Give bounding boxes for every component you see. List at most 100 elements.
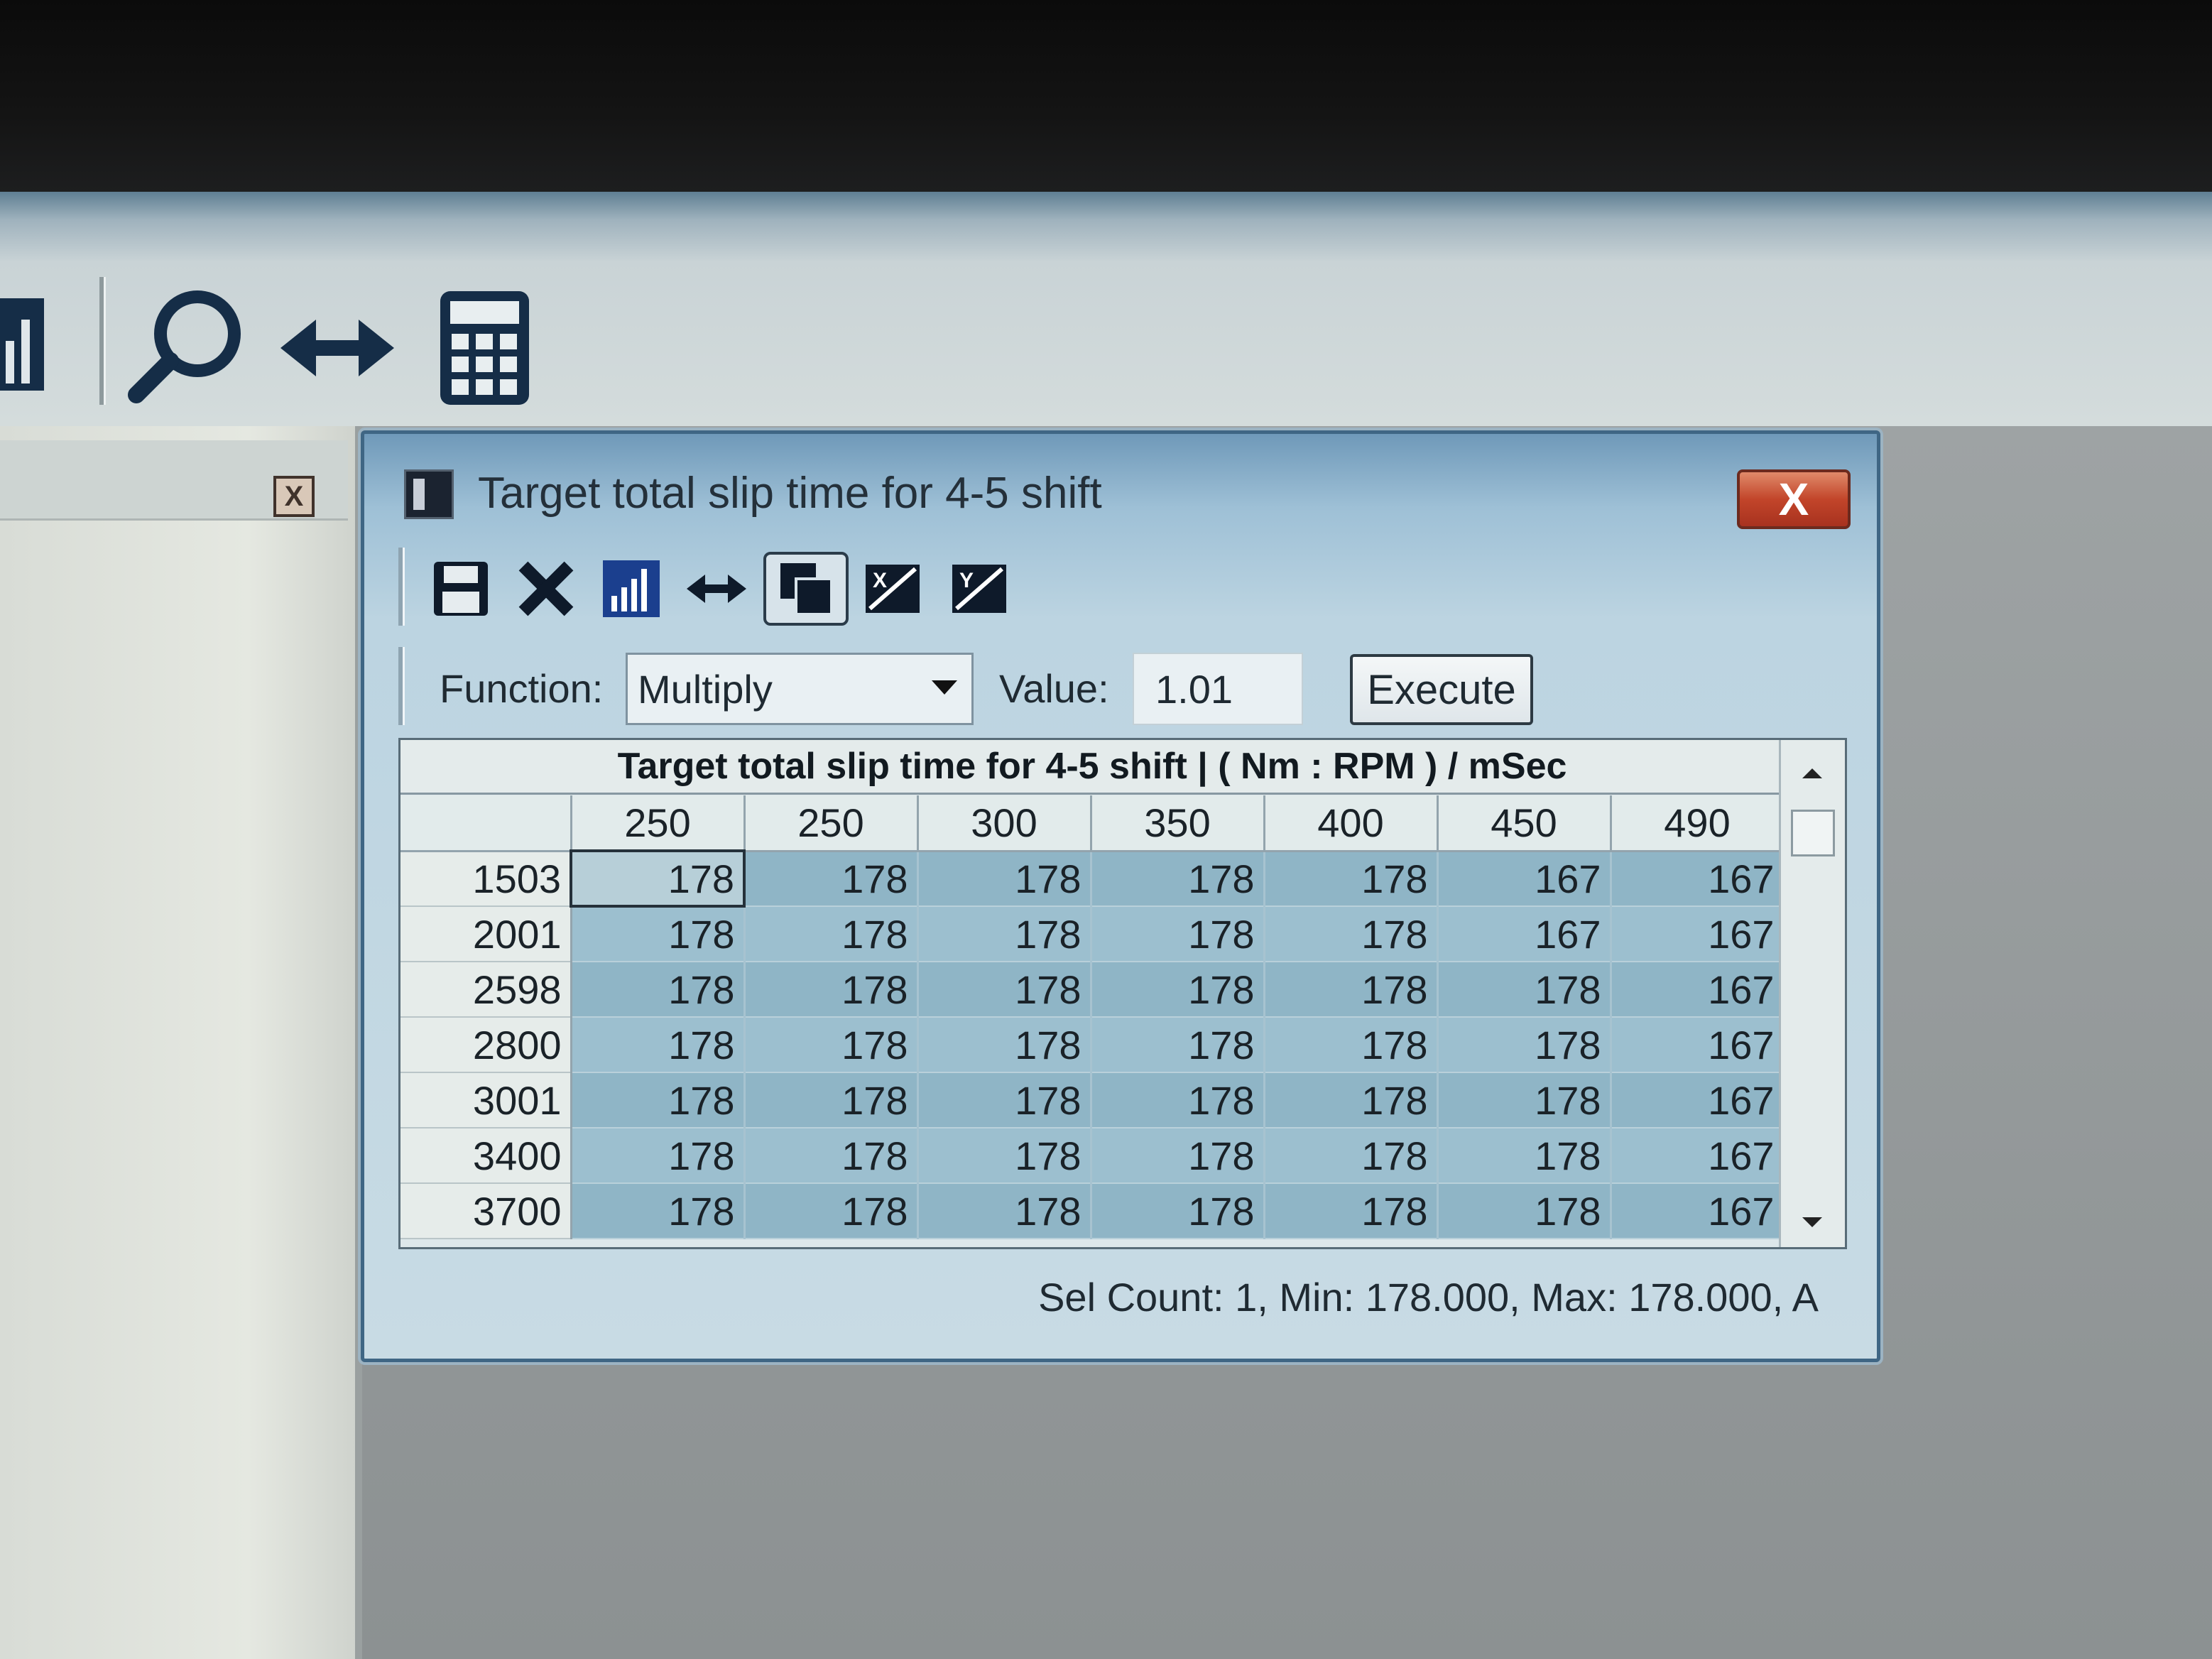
grid-cell[interactable]: 178 [1437, 1183, 1612, 1239]
grid-cell[interactable]: 167 [1611, 1072, 1785, 1128]
grid-cell[interactable]: 178 [744, 1072, 919, 1128]
grid-cell[interactable]: 167 [1611, 906, 1785, 962]
left-panel: X [0, 426, 362, 1659]
grid-cell[interactable]: 178 [744, 1183, 919, 1239]
row-header[interactable]: 2001 [401, 906, 572, 962]
grid-cell[interactable]: 178 [570, 849, 746, 908]
toolbar-separator [99, 277, 106, 405]
swap-icon [687, 575, 746, 603]
y-axis-button[interactable]: Y [945, 555, 1013, 623]
svg-text:X: X [873, 569, 887, 592]
grid-cell[interactable]: 167 [1611, 1183, 1785, 1239]
grid-cell[interactable]: 178 [1091, 906, 1265, 962]
grid-cell[interactable]: 178 [744, 851, 919, 907]
save-button[interactable] [427, 555, 495, 623]
grid-cell[interactable]: 178 [917, 962, 1092, 1018]
column-header[interactable]: 250 [743, 795, 919, 852]
grid-cell[interactable]: 178 [1264, 906, 1439, 962]
grid-cell[interactable]: 178 [1437, 962, 1612, 1018]
row-header[interactable]: 1503 [401, 851, 572, 907]
left-panel-close-button[interactable]: X [273, 476, 315, 517]
vertical-scrollbar[interactable] [1779, 740, 1845, 1247]
column-header[interactable]: 400 [1263, 795, 1439, 852]
grid-cell[interactable]: 167 [1611, 1128, 1785, 1184]
function-selected-value: Multiply [638, 666, 773, 712]
function-select[interactable]: Multiply [626, 653, 974, 725]
grid-cell[interactable]: 178 [571, 962, 746, 1018]
column-header[interactable]: 490 [1609, 795, 1785, 852]
grid-cell[interactable]: 178 [1437, 1128, 1612, 1184]
dialog-close-button[interactable]: X [1737, 469, 1851, 529]
grid-cell[interactable]: 178 [571, 1128, 746, 1184]
grid-cell[interactable]: 167 [1611, 851, 1785, 907]
column-header[interactable]: 300 [916, 795, 1092, 852]
dialog-title: Target total slip time for 4-5 shift [478, 469, 1102, 518]
grid-cell[interactable]: 178 [744, 906, 919, 962]
grid-cell[interactable]: 178 [917, 906, 1092, 962]
scroll-down-icon[interactable] [1802, 1217, 1822, 1227]
grid-cell[interactable]: 178 [744, 1128, 919, 1184]
grid-cell[interactable]: 178 [1264, 1183, 1439, 1239]
row-header[interactable]: 3001 [401, 1072, 572, 1128]
grid-cell[interactable]: 178 [1437, 1017, 1612, 1073]
grid-cell[interactable]: 178 [1091, 1072, 1265, 1128]
grid-cell[interactable]: 178 [1264, 1017, 1439, 1073]
grid-cell[interactable]: 167 [1437, 851, 1612, 907]
column-header[interactable]: 250 [570, 795, 746, 852]
row-header[interactable]: 2598 [401, 962, 572, 1018]
copy-button[interactable] [763, 552, 849, 626]
grid-cell[interactable]: 178 [1264, 962, 1439, 1018]
grid-cell[interactable]: 178 [1091, 851, 1265, 907]
grid-cell[interactable]: 178 [1264, 1128, 1439, 1184]
table-row: 2001 178 178 178 178 178 167 167 [401, 906, 1785, 962]
status-bar: Sel Count: 1, Min: 178.000, Max: 178.000… [1038, 1274, 1819, 1320]
grid-cell[interactable]: 178 [571, 1017, 746, 1073]
swap-axes-button[interactable] [682, 555, 751, 623]
grid-cell[interactable]: 178 [571, 906, 746, 962]
grid-cell[interactable]: 167 [1611, 1017, 1785, 1073]
value-input[interactable]: 1.01 [1133, 653, 1303, 725]
grid-cell[interactable]: 178 [917, 1128, 1092, 1184]
grid-cell[interactable]: 178 [571, 1183, 746, 1239]
grid-cell[interactable]: 178 [917, 1017, 1092, 1073]
delete-button[interactable] [512, 555, 580, 623]
toolbar-grip[interactable] [398, 647, 405, 725]
column-header[interactable]: 350 [1089, 795, 1265, 852]
grid-cell[interactable]: 178 [1091, 1183, 1265, 1239]
grid-cell[interactable]: 178 [571, 1072, 746, 1128]
grid-cell[interactable]: 178 [1264, 851, 1439, 907]
x-axis-button[interactable]: X [859, 555, 927, 623]
grid-cell[interactable]: 178 [744, 962, 919, 1018]
grid-cell[interactable]: 178 [1091, 1128, 1265, 1184]
row-header[interactable]: 3700 [401, 1183, 572, 1239]
chart-icon[interactable] [0, 291, 50, 398]
grid-cell[interactable]: 178 [1437, 1072, 1612, 1128]
execute-button[interactable]: Execute [1350, 654, 1533, 725]
chevron-down-icon[interactable] [932, 680, 957, 695]
grid-cell[interactable]: 178 [1264, 1072, 1439, 1128]
grid-cell[interactable]: 178 [917, 1183, 1092, 1239]
grid-cell[interactable]: 167 [1611, 962, 1785, 1018]
scroll-thumb[interactable] [1791, 810, 1835, 856]
swap-icon[interactable] [280, 305, 394, 391]
window-icon [404, 469, 454, 519]
grid-corner[interactable] [401, 795, 572, 852]
grid-cell[interactable]: 178 [917, 1072, 1092, 1128]
grid-cell[interactable]: 167 [1437, 906, 1612, 962]
grid-cell[interactable]: 178 [744, 1017, 919, 1073]
column-header[interactable]: 450 [1436, 795, 1612, 852]
toolbar-grip[interactable] [398, 548, 405, 626]
search-icon[interactable] [126, 284, 254, 412]
grid-title: Target total slip time for 4-5 shift | (… [401, 740, 1784, 795]
calculator-icon[interactable] [440, 291, 529, 405]
table-row: 2800 178 178 178 178 178 178 167 [401, 1017, 1785, 1073]
copy-icon [780, 563, 833, 616]
grid-cell[interactable]: 178 [917, 851, 1092, 907]
grid-cell[interactable]: 178 [1091, 962, 1265, 1018]
x-axis-icon: X [866, 565, 920, 613]
grid-cell[interactable]: 178 [1091, 1017, 1265, 1073]
scroll-up-icon[interactable] [1802, 768, 1822, 778]
row-header[interactable]: 3400 [401, 1128, 572, 1184]
row-header[interactable]: 2800 [401, 1017, 572, 1073]
chart-button[interactable] [597, 555, 665, 623]
